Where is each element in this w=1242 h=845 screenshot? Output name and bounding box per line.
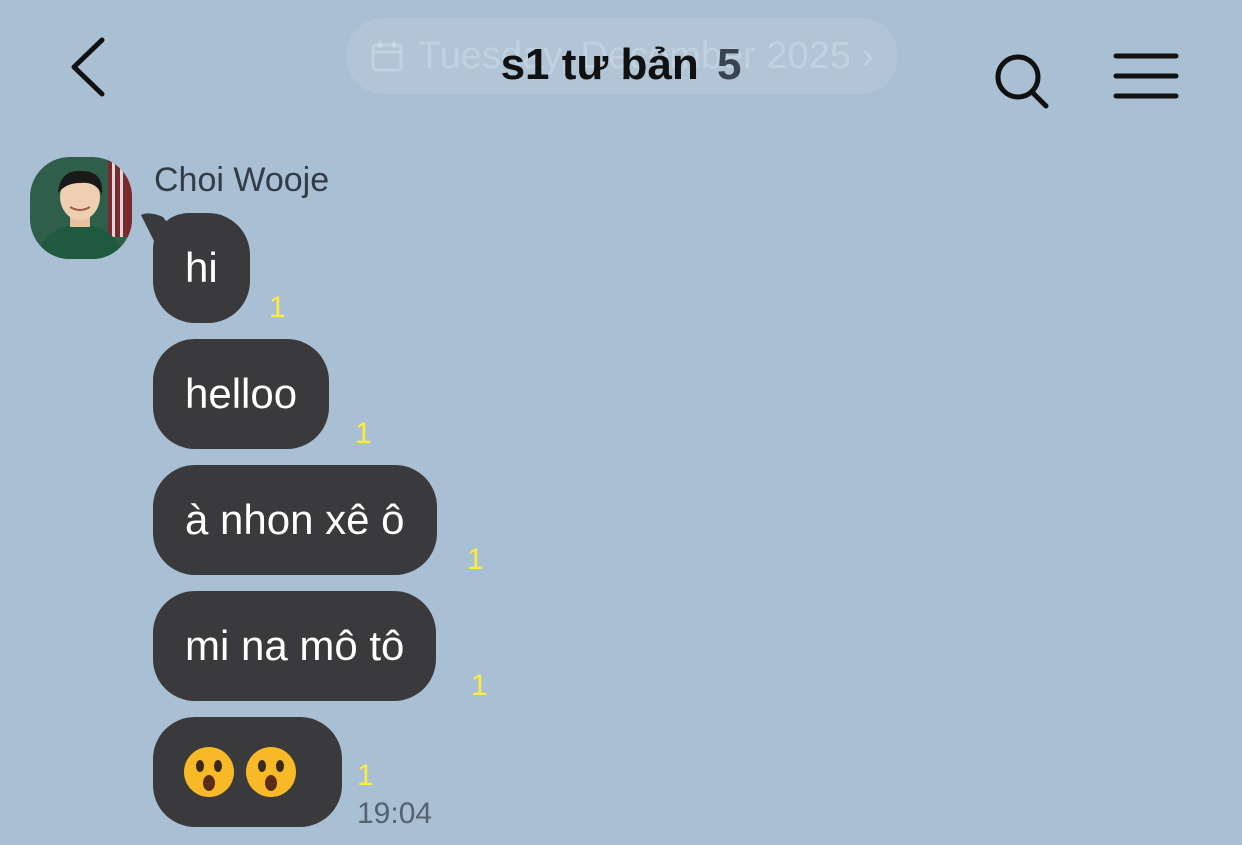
menu-button[interactable] — [1112, 50, 1182, 102]
message-bubble[interactable]: mi na mô tô — [153, 591, 437, 701]
message-row: 1 19:04 — [153, 717, 432, 830]
bubble-tail — [141, 213, 181, 247]
message-text: helloo — [185, 370, 298, 417]
avatar[interactable] — [30, 157, 132, 259]
message-row: mi na mô tô 1 — [153, 591, 488, 702]
unread-count: 1 — [471, 669, 488, 702]
message-text: à nhon xê ô — [185, 496, 405, 543]
calendar-icon — [371, 41, 403, 72]
sender-name: Choi Wooje — [154, 161, 330, 199]
message-bubble[interactable]: helloo — [153, 339, 330, 449]
search-button[interactable] — [990, 50, 1054, 110]
message-text: hi — [185, 244, 218, 291]
unread-count: 1 — [467, 543, 484, 576]
message-bubble[interactable] — [153, 717, 342, 827]
chevron-left-icon — [71, 37, 105, 97]
message-row: helloo 1 — [153, 339, 372, 450]
date-pill[interactable]: Tuesday, December 2025 › — [346, 18, 898, 94]
message-row: hi 1 — [141, 213, 286, 324]
date-pill-label: Tuesday, December 2025 › — [417, 34, 875, 77]
unread-count: 1 — [269, 291, 286, 324]
message-bubble[interactable]: hi — [141, 213, 250, 323]
profile-photo — [30, 157, 132, 259]
message-bubble[interactable]: à nhon xê ô — [153, 465, 437, 575]
hushed-face-icon — [184, 747, 234, 797]
hamburger-menu-icon — [1113, 53, 1179, 99]
message-timestamp: 19:04 — [357, 797, 433, 830]
chat-header: Tuesday, December 2025 › s1 tư bản 5 — [0, 0, 1242, 140]
message-row: à nhon xê ô 1 — [153, 465, 484, 576]
unread-count: 1 — [357, 759, 374, 792]
hushed-face-icon — [246, 747, 296, 797]
back-button[interactable] — [62, 34, 118, 100]
search-icon — [995, 54, 1049, 109]
message-text: mi na mô tô — [185, 622, 405, 669]
unread-count: 1 — [355, 417, 372, 450]
